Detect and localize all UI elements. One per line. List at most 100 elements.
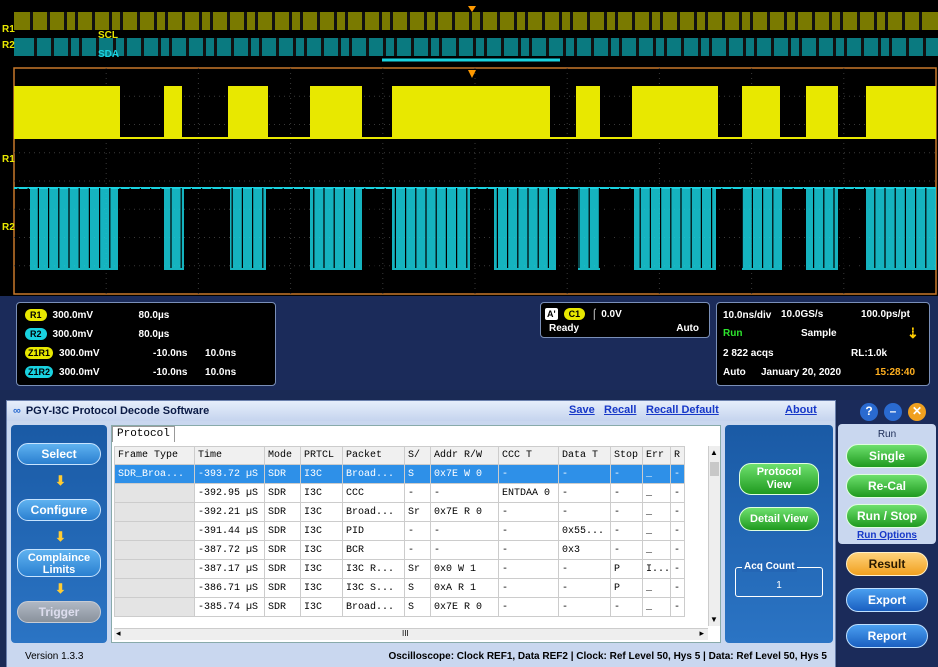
overview-tick (636, 38, 639, 56)
detail-view-button[interactable]: Detail View (739, 507, 819, 531)
scroll-grip[interactable]: III (402, 629, 409, 638)
column-header[interactable]: Err (642, 446, 671, 465)
result-button[interactable]: Result (846, 552, 928, 576)
table-row[interactable]: -391.44 µS SDR I3C PID - - -0x55... - _ - (114, 521, 685, 541)
table-cell: - (404, 540, 431, 560)
tab-protocol[interactable]: Protocol (112, 426, 175, 442)
r2-marker-top[interactable]: R2 (2, 40, 15, 51)
overview-tick (559, 12, 562, 30)
minimize-icon[interactable]: – (884, 403, 902, 421)
overview-tick (518, 38, 521, 56)
table-cell: 0x55... (558, 521, 611, 541)
compliance-label-1: Complaince (27, 552, 91, 564)
overview-tick (694, 12, 697, 30)
scroll-up-icon[interactable]: ▲ (710, 448, 718, 457)
status-bar: Version 1.3.3 Oscilloscope: Clock REF1, … (7, 647, 835, 667)
overview-tick (653, 38, 656, 56)
overview-tick (158, 38, 161, 56)
run-stop-button[interactable]: Run / Stop (846, 504, 928, 528)
overview-tick (681, 38, 684, 56)
vertical-scrollbar[interactable]: ▲ ▼ (708, 446, 720, 626)
trigger-readout[interactable]: A' C1 ⌠ 0.0V Ready Auto (540, 302, 710, 338)
scroll-thumb[interactable] (710, 462, 719, 476)
table-row[interactable]: -386.71 µS SDR I3C I3C S... S 0xA R 1- - P _ - (114, 578, 685, 598)
overview-tick (293, 38, 296, 56)
version-label: Version 1.3.3 (25, 651, 84, 662)
compliance-limits-button[interactable]: Complaince Limits (17, 549, 101, 577)
recall-default-link[interactable]: Recall Default (646, 404, 719, 416)
table-cell: - (610, 464, 643, 484)
overview-tick (186, 38, 189, 56)
trigger-state-row: Ready Auto (549, 319, 699, 337)
protocol-table[interactable]: Frame Type Time Mode PRTCL Packet S/Addr R/W C… (114, 446, 685, 617)
overview-tick (919, 12, 922, 30)
r2-marker[interactable]: R2 (2, 222, 15, 233)
table-cell: SDR (264, 540, 301, 560)
table-row[interactable]: -387.72 µS SDR I3C BCR - - -0x3- _ - (114, 540, 685, 560)
trigger-button[interactable]: Trigger (17, 601, 101, 623)
recal-button[interactable]: Re-Cal (846, 474, 928, 498)
ref-z1r2-volts: 300.0mV (59, 366, 100, 378)
select-button[interactable]: Select (17, 443, 101, 465)
overview-ch1 (14, 12, 938, 30)
r1-marker[interactable]: R1 (2, 154, 15, 165)
table-cell: I3C R... (342, 559, 405, 579)
save-link[interactable]: Save (569, 404, 595, 416)
reference-readout[interactable]: R1 300.0mV 80.0µs R2 300.0mV 80.0µs Z1R1… (16, 302, 276, 386)
overview-tick (321, 38, 324, 56)
column-header[interactable]: S/ (404, 446, 431, 465)
report-button[interactable]: Report (846, 624, 928, 648)
scroll-left-icon[interactable]: ◂ (116, 628, 121, 639)
help-icon[interactable]: ? (860, 403, 878, 421)
column-header[interactable]: PRTCL (300, 446, 343, 465)
column-header[interactable]: Time (194, 446, 265, 465)
table-header: Frame Type Time Mode PRTCL Packet S/Addr R/W C… (114, 446, 685, 465)
column-header[interactable]: Mode (264, 446, 301, 465)
table-row[interactable]: SDR_Broa... -393.72 µS SDR I3C Broad... S 0x7E… (114, 464, 685, 484)
overview-tick (379, 12, 382, 30)
column-header[interactable]: Frame Type (114, 446, 195, 465)
configure-button[interactable]: Configure (17, 499, 101, 521)
table-cell: SDR (264, 578, 301, 598)
table-cell (114, 540, 195, 560)
sda-burst (230, 188, 266, 270)
r1-marker-top[interactable]: R1 (2, 24, 15, 35)
column-header[interactable]: R (670, 446, 685, 465)
acquisition-readout[interactable]: 10.0ns/div 10.0GS/s 100.0ps/pt Run Sampl… (716, 302, 930, 386)
chip-z1r2: Z1R2 (25, 366, 54, 378)
single-button[interactable]: Single (846, 444, 928, 468)
overview-tick (816, 38, 819, 56)
acq-count-box: Acq Count 1 (735, 561, 823, 597)
table-row[interactable]: -392.95 µS SDR I3C CCC - - ENTDAA 0- - _ - (114, 483, 685, 503)
table-cell: - (670, 521, 685, 541)
protocol-view-button[interactable]: Protocol View (739, 463, 819, 495)
export-button[interactable]: Export (846, 588, 928, 612)
table-cell: 0x7E R 0 (430, 597, 499, 617)
about-link[interactable]: About (785, 404, 817, 416)
table-row[interactable]: -385.74 µS SDR I3C Broad... S 0x7E R 0- - - _ - (114, 597, 685, 617)
horizontal-scrollbar[interactable]: ◂ III ▸ (114, 628, 708, 640)
table-cell: I3C (300, 597, 343, 617)
scl-burst (576, 86, 600, 138)
column-header[interactable]: Data T (558, 446, 611, 465)
column-header[interactable]: Addr R/W (430, 446, 499, 465)
scroll-down-icon[interactable]: ▼ (710, 615, 718, 624)
table-cell: - (404, 521, 431, 541)
overview-tick (750, 12, 753, 30)
readout-bar: R1 300.0mV 80.0µs R2 300.0mV 80.0µs Z1R1… (0, 296, 938, 390)
close-icon[interactable]: ✕ (908, 403, 926, 421)
table-cell: _ (642, 521, 671, 541)
table-cell: P (610, 578, 643, 598)
column-header[interactable]: Stop (610, 446, 643, 465)
table-cell: ENTDAA 0 (498, 483, 559, 503)
run-options-link[interactable]: Run Options (838, 530, 936, 541)
ref-z1r1-time: -10.0ns (153, 347, 188, 359)
scroll-right-icon[interactable]: ▸ (699, 628, 704, 639)
table-row[interactable]: -392.21 µS SDR I3C Broad... Sr 0x7E R 0- - - _ - (114, 502, 685, 522)
overview-tick (210, 12, 213, 30)
recall-link[interactable]: Recall (604, 404, 636, 416)
column-header[interactable]: CCC T (498, 446, 559, 465)
column-header[interactable]: Packet (342, 446, 405, 465)
table-row[interactable]: -387.17 µS SDR I3C I3C R... Sr 0x0 W 1- - P I...… (114, 559, 685, 579)
overview-tick (362, 12, 365, 30)
